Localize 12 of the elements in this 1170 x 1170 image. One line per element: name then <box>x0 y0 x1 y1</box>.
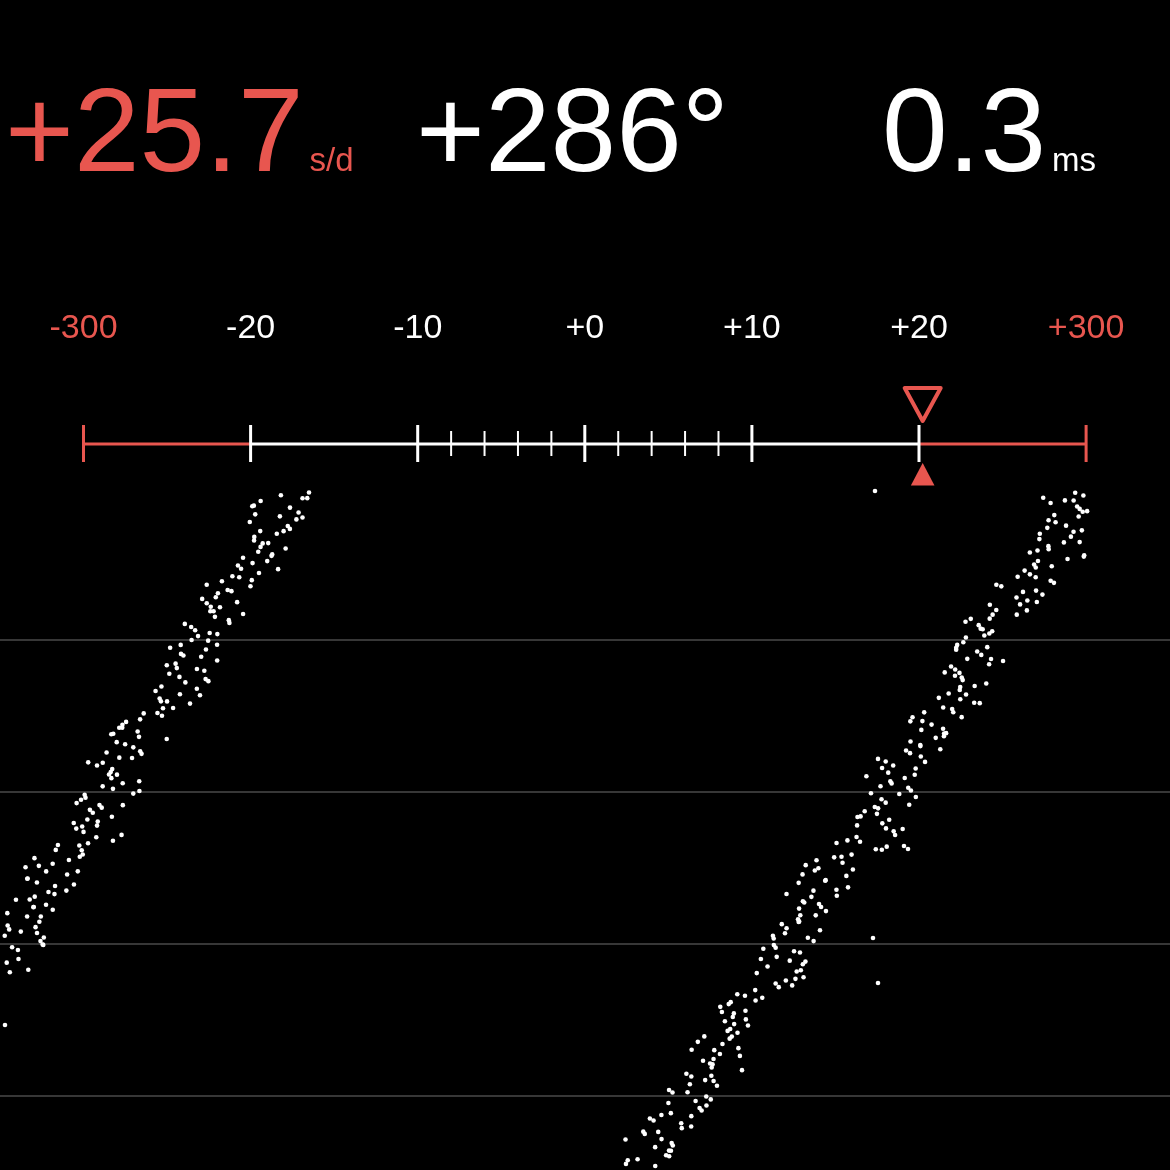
scale-label: -300 <box>49 309 118 343</box>
reading-value: +286° <box>416 71 729 189</box>
reading-unit: ms <box>1052 143 1097 176</box>
reading-value: +25.7 <box>5 71 304 189</box>
scale-label: +300 <box>1047 309 1125 343</box>
reading-value: 0.3 <box>882 71 1047 189</box>
scale-label: -20 <box>226 309 276 343</box>
scale-label: +0 <box>565 309 605 343</box>
scale-label: -10 <box>393 309 443 343</box>
scale-label: +20 <box>890 309 948 343</box>
scale-label: +10 <box>723 309 781 343</box>
reading-unit: s/d <box>309 143 354 176</box>
